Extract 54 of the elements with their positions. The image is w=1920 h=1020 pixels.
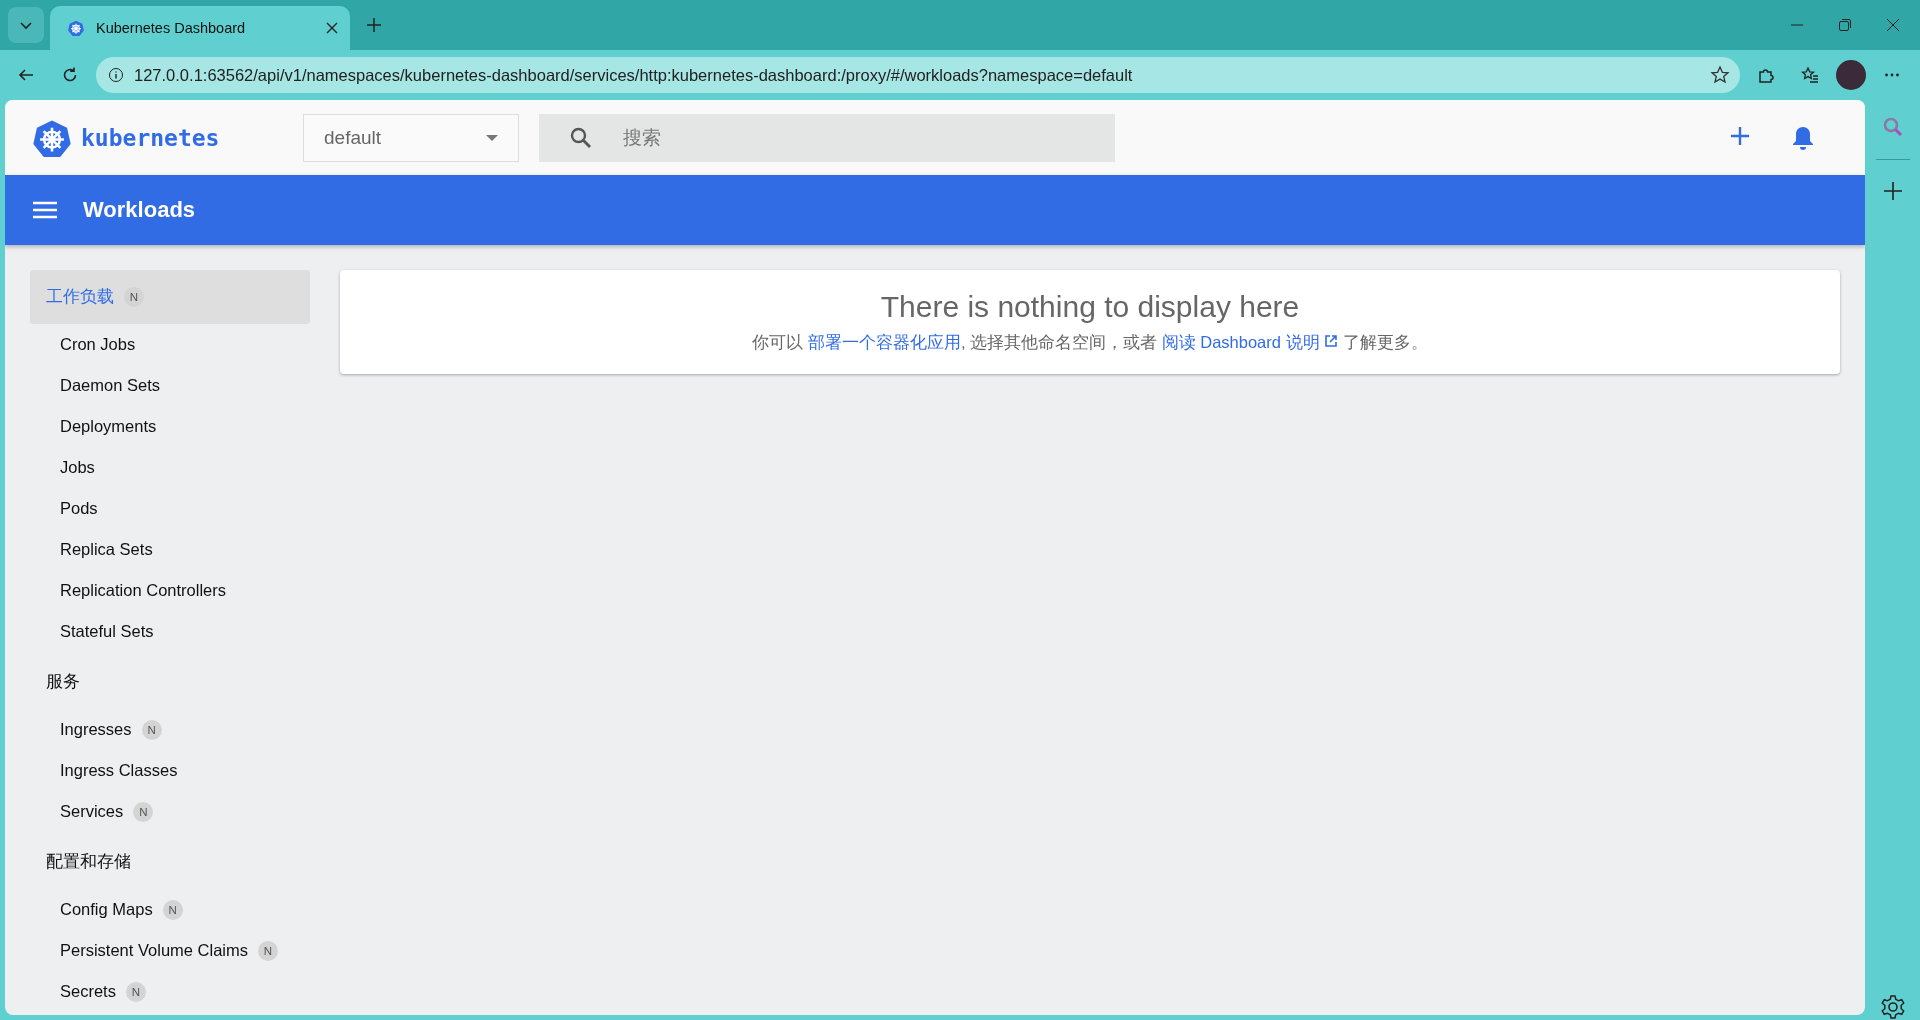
new-badge: N xyxy=(258,940,278,961)
tab-list-button[interactable] xyxy=(8,7,44,43)
logo-text: kubernetes xyxy=(81,124,220,151)
docs-link[interactable]: 阅读 Dashboard 说明 xyxy=(1161,333,1339,351)
nav-item[interactable]: Jobs xyxy=(30,447,310,488)
nav-section[interactable]: 服务 xyxy=(30,655,310,709)
menu-icon[interactable] xyxy=(33,201,57,219)
new-badge: N xyxy=(124,287,144,307)
close-icon[interactable] xyxy=(326,22,338,34)
nav-section[interactable]: 配置和存储 xyxy=(30,835,310,889)
nav-section[interactable]: 工作负载 N xyxy=(30,270,310,324)
kubernetes-logo-icon xyxy=(33,118,71,157)
address-bar[interactable]: 127.0.0.1:63562/api/v1/namespaces/kubernetes-dashboard/services/http:kubernetes-dashboard:/proxy/#/workloads?namespace=default xyxy=(96,57,1740,93)
nav-item[interactable]: Persistent Volume Claims N xyxy=(30,930,310,971)
kubernetes-icon xyxy=(68,20,84,36)
nav-item[interactable]: Config Maps N xyxy=(30,889,310,930)
nav-item[interactable]: Pods xyxy=(30,488,310,529)
new-tab-icon[interactable] xyxy=(365,16,383,34)
nav-item[interactable]: Ingresses N xyxy=(30,709,310,750)
search-field[interactable]: 搜索 xyxy=(539,113,1115,162)
close-icon[interactable] xyxy=(1886,18,1900,32)
info-icon[interactable] xyxy=(108,67,124,83)
settings-icon[interactable] xyxy=(1879,994,1906,1020)
puzzle-icon[interactable] xyxy=(1757,66,1775,84)
namespace-dropdown[interactable]: default xyxy=(303,113,519,162)
nav-item[interactable]: Deployments xyxy=(30,406,310,447)
deploy-link[interactable]: 部署一个容器化应用 xyxy=(807,333,961,351)
nav-item[interactable]: Secrets N xyxy=(30,971,310,1012)
nav-item[interactable]: Replication Controllers xyxy=(30,570,310,611)
caret-icon xyxy=(486,134,498,141)
search-icon xyxy=(569,125,593,150)
nav-item[interactable]: Replica Sets xyxy=(30,529,310,570)
add-icon[interactable] xyxy=(1729,124,1751,147)
new-badge: N xyxy=(133,801,154,822)
nav-item[interactable]: Daemon Sets xyxy=(30,365,310,406)
nav-item[interactable]: Ingress Classes xyxy=(30,750,310,791)
new-badge: N xyxy=(141,719,162,740)
page-title: Workloads xyxy=(83,197,196,223)
restore-icon[interactable] xyxy=(1838,18,1852,32)
star-icon[interactable] xyxy=(1710,65,1730,85)
profile-avatar[interactable] xyxy=(1836,60,1866,90)
reload-icon[interactable] xyxy=(61,66,79,84)
new-badge: N xyxy=(125,981,146,1002)
nav-item[interactable]: Services N xyxy=(30,791,310,832)
bell-icon[interactable] xyxy=(1791,124,1815,151)
add-icon[interactable] xyxy=(1881,180,1904,202)
nav-item[interactable]: Cron Jobs xyxy=(30,324,310,365)
empty-state-message: 你可以 部署一个容器化应用, 选择其他命名空间，或者 阅读 Dashboard 说明 了解更多。 xyxy=(751,332,1429,353)
external-link-icon xyxy=(1324,334,1339,348)
favorites-icon[interactable] xyxy=(1801,66,1819,84)
new-badge: N xyxy=(162,899,183,920)
browser-tab[interactable]: Kubernetes Dashboard xyxy=(50,6,350,50)
nav-item[interactable]: Stateful Sets xyxy=(30,611,310,652)
empty-state-title: There is nothing to display here xyxy=(879,290,1301,324)
